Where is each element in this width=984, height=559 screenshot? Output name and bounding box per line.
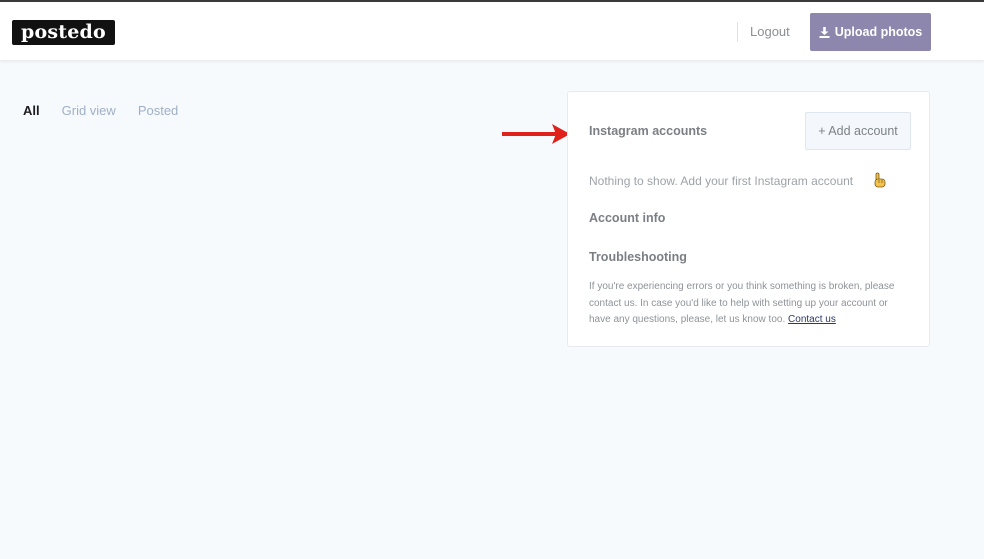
empty-accounts-message: Nothing to show. Add your first Instagra…: [589, 174, 854, 188]
upload-photos-button[interactable]: Upload photos: [810, 13, 931, 51]
instagram-accounts-title: Instagram accounts: [589, 124, 708, 138]
troubleshooting-text: If you're experiencing errors or you thi…: [589, 279, 909, 329]
header-bar: postedo Logout Upload photos: [0, 2, 984, 60]
filter-tabs: All Grid view Posted: [23, 103, 178, 118]
tab-grid-view[interactable]: Grid view: [62, 103, 116, 118]
logo[interactable]: postedo: [12, 20, 115, 45]
account-info-title: Account info: [589, 211, 666, 225]
header-divider: [737, 22, 738, 42]
contact-us-link[interactable]: Contact us: [788, 314, 836, 325]
troubleshooting-title: Troubleshooting: [589, 250, 687, 264]
download-icon: [819, 26, 830, 38]
upload-photos-label: Upload photos: [834, 25, 923, 39]
pointing-hand-icon: [873, 172, 887, 193]
tab-posted[interactable]: Posted: [138, 103, 178, 118]
troubleshooting-body: If you're experiencing errors or you thi…: [589, 281, 895, 325]
accounts-panel: Instagram accounts + Add account Nothing…: [567, 91, 930, 347]
add-account-button[interactable]: + Add account: [805, 112, 911, 150]
red-arrow-icon: [500, 123, 572, 150]
logout-link[interactable]: Logout: [750, 24, 790, 39]
tab-all[interactable]: All: [23, 103, 40, 118]
